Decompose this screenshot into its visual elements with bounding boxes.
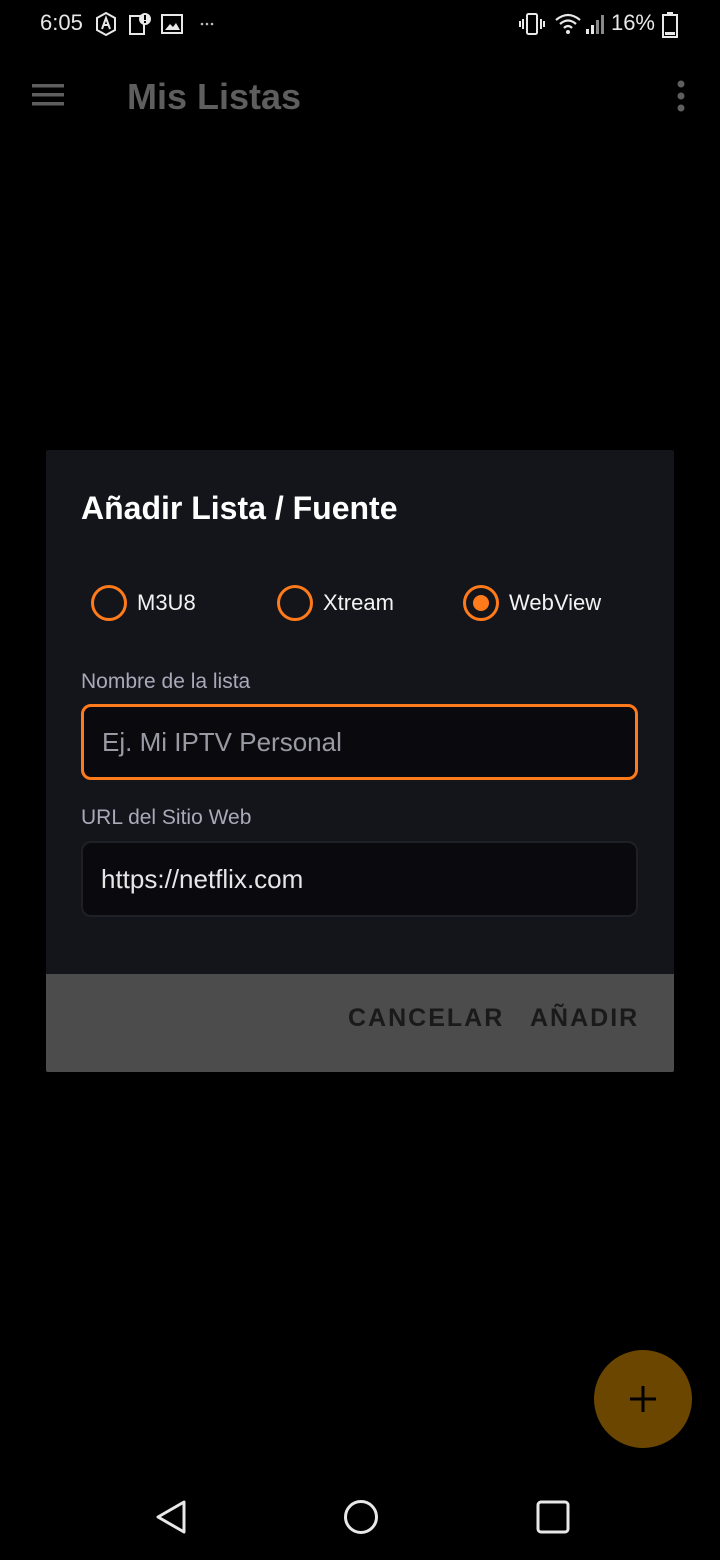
more-notifications-icon [200,22,214,26]
signal-icon [586,15,604,34]
wifi-icon [555,13,581,34]
page-title: Mis Listas [127,76,302,117]
screen: 6:05 16% Mis Listas Añadir Lista / Fuent… [0,0,720,1560]
add-list-dialog: Añadir Lista / Fuente M3U8 Xtream WebVie… [46,450,674,1072]
menu-icon[interactable] [30,80,66,110]
battery-percent: 16% [610,10,655,35]
back-icon[interactable] [152,1498,190,1536]
radio-circle-webview[interactable] [463,585,499,621]
radio-label-m3u8: M3U8 [137,590,196,615]
source-type-radio-group: M3U8 Xtream WebView [46,580,674,626]
status-time: 6:05 [40,10,83,35]
radio-label-xtream: Xtream [323,590,394,615]
dialog-title: Añadir Lista / Fuente [81,490,398,526]
radio-xtream[interactable]: Xtream [277,580,394,626]
navigation-bar [0,1470,720,1560]
image-icon [161,14,183,34]
url-input[interactable] [81,841,638,917]
battery-icon [662,12,678,38]
overflow-menu-icon[interactable] [670,76,692,116]
shield-a-icon [96,12,116,36]
home-icon[interactable] [342,1498,380,1536]
status-bar: 6:05 16% [0,0,720,48]
cancel-button[interactable]: CANCELAR [348,1004,504,1033]
radio-webview[interactable]: WebView [463,580,601,626]
radio-circle-xtream[interactable] [277,585,313,621]
radio-m3u8[interactable]: M3U8 [91,580,196,626]
add-fab-button[interactable] [594,1350,692,1448]
radio-label-webview: WebView [509,590,602,615]
url-field-label: URL del Sitio Web [81,806,252,829]
radio-circle-m3u8[interactable] [91,585,127,621]
plus-icon [630,1386,656,1412]
list-name-input[interactable] [81,704,638,780]
add-button[interactable]: AÑADIR [530,1004,639,1033]
vibrate-icon [519,13,545,35]
alert-card-icon [129,13,151,35]
app-bar: Mis Listas [0,50,720,146]
dialog-actions: CANCELAR AÑADIR [46,974,674,1072]
recents-icon[interactable] [534,1498,572,1536]
name-field-label: Nombre de la lista [81,670,251,693]
